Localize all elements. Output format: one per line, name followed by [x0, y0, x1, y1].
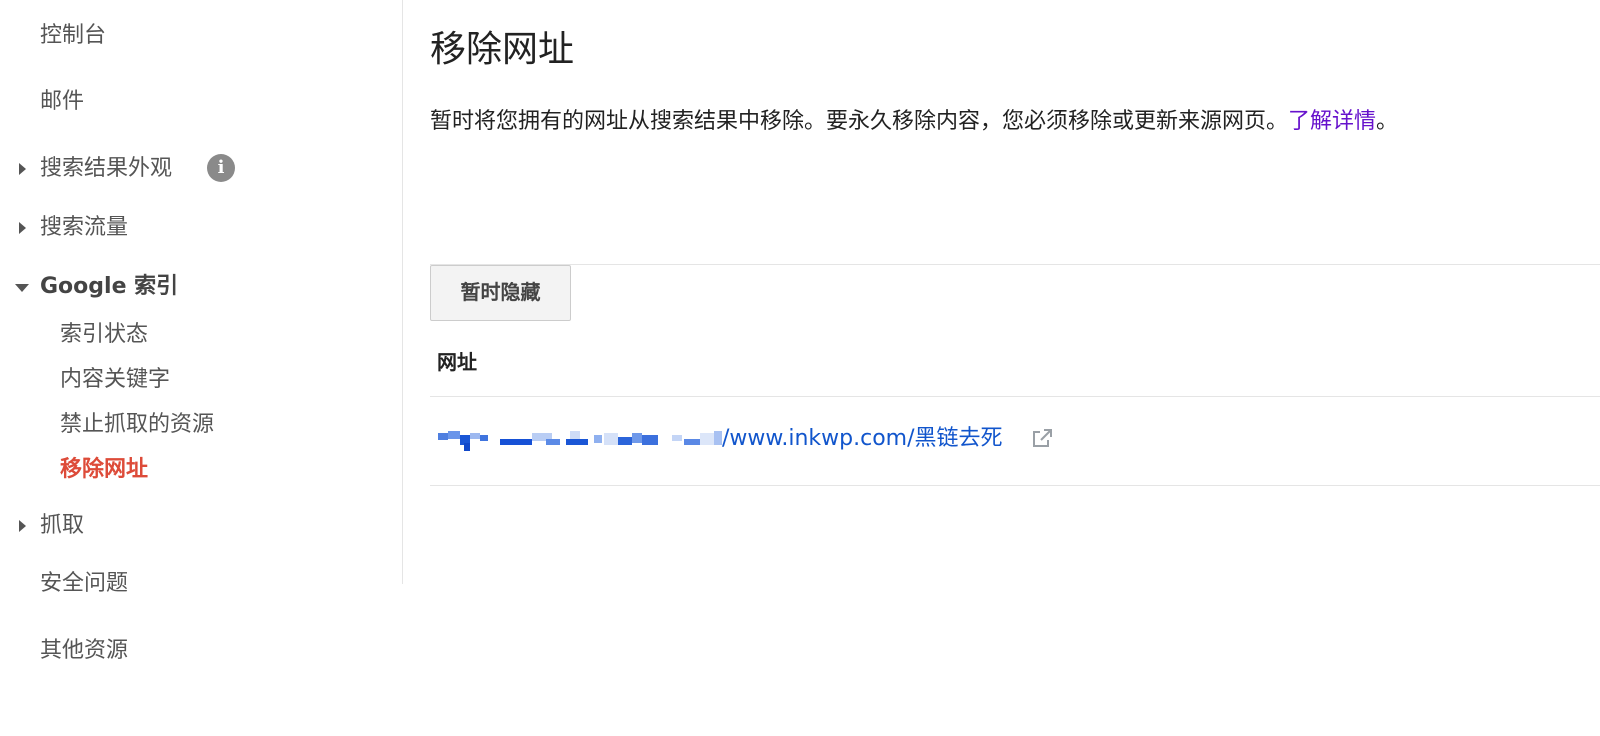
expand-caret-icon[interactable] — [19, 163, 26, 175]
divider — [430, 485, 1600, 486]
description-text: 暂时将您拥有的网址从搜索结果中移除。要永久移除内容，您必须移除或更新来源网页。 — [430, 109, 1289, 134]
subnav-item-blocked-resources[interactable]: 禁止抓取的资源 — [60, 408, 214, 442]
external-link-icon[interactable] — [1030, 427, 1054, 451]
learn-more-link[interactable]: 了解详情 — [1288, 109, 1376, 134]
nav-item-dashboard[interactable]: 控制台 — [40, 18, 106, 54]
temporarily-hide-button[interactable]: 暂时隐藏 — [430, 265, 571, 321]
subnav-item-index-status[interactable]: 索引状态 — [60, 318, 148, 352]
url-column-header: 网址 — [437, 350, 477, 374]
nav-item-crawl[interactable]: 抓取 — [40, 508, 84, 544]
removed-url-link[interactable]: /www.inkwp.com/黑链去死 — [722, 423, 1003, 455]
nav-item-google-index[interactable]: Google 索引 — [40, 269, 178, 305]
subnav-item-content-keywords[interactable]: 内容关键字 — [60, 363, 170, 397]
subnav-item-remove-urls[interactable]: 移除网址 — [60, 453, 148, 487]
expand-caret-icon[interactable] — [19, 222, 26, 234]
nav-item-security-issues[interactable]: 安全问题 — [40, 566, 128, 602]
nav-item-search-appearance[interactable]: 搜索结果外观 — [40, 151, 172, 187]
description-end: 。 — [1376, 109, 1399, 134]
nav-item-search-traffic[interactable]: 搜索流量 — [40, 210, 128, 246]
table-row: /www.inkwp.com/黑链去死 — [430, 397, 1600, 485]
blurred-url-prefix — [438, 431, 722, 451]
sidebar-nav: 控制台 邮件 搜索结果外观 i 搜索流量 Google 索引 索引状态 内容关键… — [0, 0, 403, 663]
expand-caret-icon[interactable] — [19, 520, 26, 532]
page-title: 移除网址 — [430, 29, 575, 70]
nav-item-other-resources[interactable]: 其他资源 — [40, 633, 128, 669]
divider — [430, 264, 1600, 265]
collapse-caret-icon[interactable] — [15, 284, 29, 292]
info-icon[interactable]: i — [207, 154, 235, 182]
main-content: 移除网址 暂时将您拥有的网址从搜索结果中移除。要永久移除内容，您必须移除或更新来… — [430, 0, 1600, 736]
nav-item-messages[interactable]: 邮件 — [40, 84, 84, 120]
page-description: 暂时将您拥有的网址从搜索结果中移除。要永久移除内容，您必须移除或更新来源网页。了… — [430, 106, 1398, 138]
